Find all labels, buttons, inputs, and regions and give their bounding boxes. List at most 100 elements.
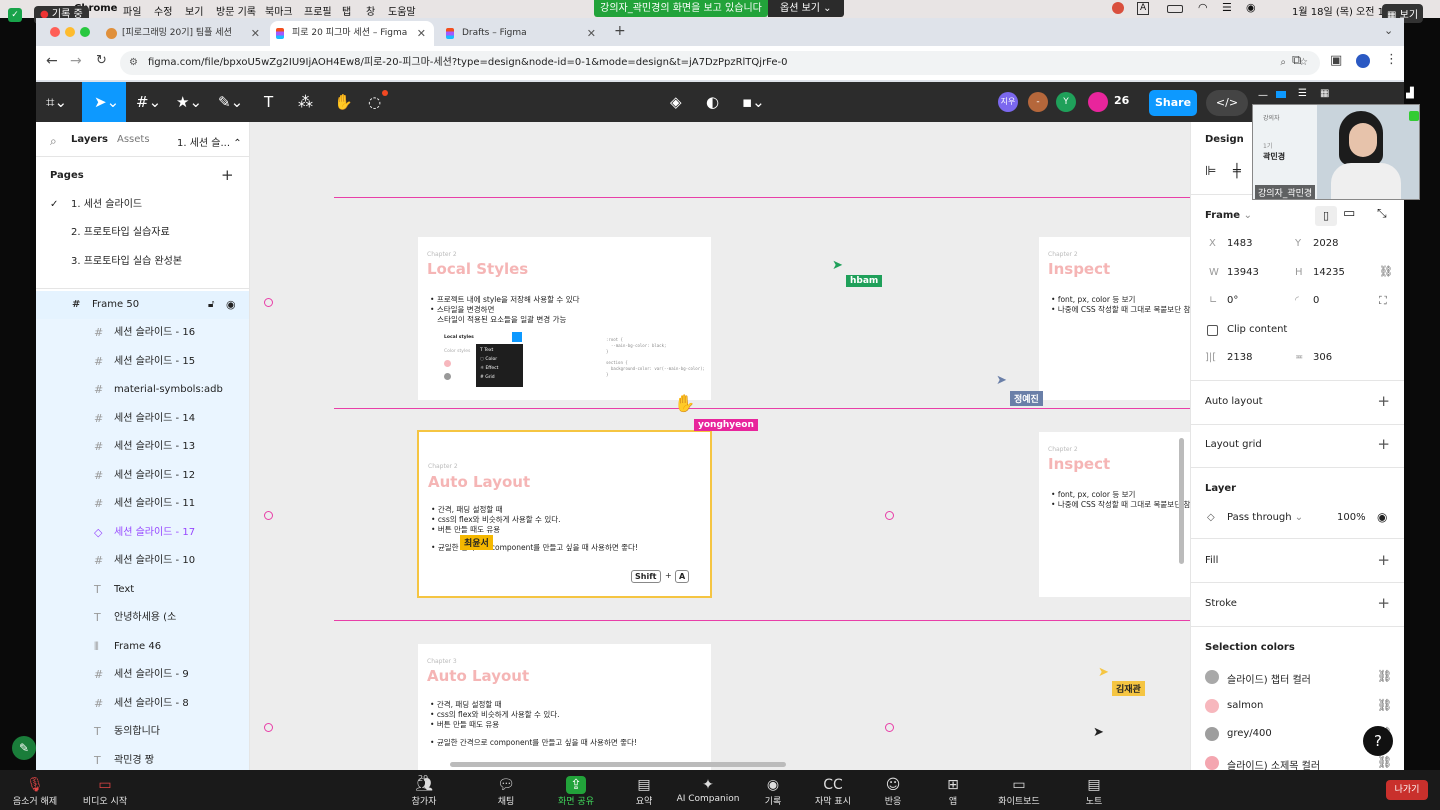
layer-item[interactable]: T 안녕하세용 (소 <box>36 604 249 632</box>
vertical-scrollbar[interactable] <box>1179 438 1184 564</box>
strip-view-icon[interactable]: ☰ <box>1298 88 1307 99</box>
tab-search-icon[interactable]: ⌄ <box>1384 24 1393 37</box>
zoom-summary-button[interactable]: ▤ 요약 <box>609 776 679 807</box>
tab-drafts[interactable]: Drafts – Figma ✕ <box>440 21 604 46</box>
close-icon[interactable]: ✕ <box>251 21 260 46</box>
profile-avatar[interactable] <box>1356 54 1370 68</box>
tab-design[interactable]: Design <box>1205 134 1244 145</box>
add-layout-grid-icon[interactable]: + <box>1377 435 1390 453</box>
clip-content-checkbox[interactable] <box>1207 325 1218 336</box>
wifi-icon[interactable]: ◠ <box>1198 1 1208 14</box>
shield-icon[interactable]: ✓ <box>8 8 22 22</box>
layer-item[interactable]: T 곽민경 짱 <box>36 747 249 771</box>
resources-icon[interactable]: ⁂ <box>298 92 313 112</box>
text-tool-icon[interactable]: T <box>264 92 273 112</box>
layer-item[interactable]: # material-symbols:adb <box>36 376 249 404</box>
shape-tool-icon[interactable]: ★⌄ <box>176 92 202 112</box>
layer-item[interactable]: T 동의합니다 <box>36 718 249 746</box>
color-style-name[interactable]: salmon <box>1227 700 1263 711</box>
gallery-view-icon[interactable]: ▦ <box>1320 88 1329 99</box>
status-icon[interactable] <box>1112 2 1124 14</box>
page-item[interactable]: ✓ 1. 세션 슬라이드 <box>36 191 249 219</box>
address-bar[interactable]: ⚙ figma.com/file/bpxoU5wZg2IU9IjAOH4Ew8/… <box>120 51 1320 75</box>
color-style-name[interactable]: 슬라이드) 소제목 컬러 <box>1227 757 1320 771</box>
boolean-icon[interactable]: ▪⌄ <box>742 92 765 112</box>
horizontal-scrollbar[interactable] <box>450 762 786 767</box>
layer-item[interactable]: ⦀ Frame 46 <box>36 633 249 661</box>
color-swatch[interactable] <box>1205 698 1219 713</box>
rotation-field[interactable]: 0° <box>1227 295 1238 306</box>
constrain-proportions-icon[interactable]: ⛓ <box>1379 265 1393 278</box>
independent-corners-icon[interactable]: ⛶ <box>1379 294 1387 308</box>
zoom-notes-button[interactable]: ▤ 노트 <box>1059 776 1129 807</box>
menu-item-help[interactable]: 도움말 <box>388 3 416 18</box>
share-button[interactable]: Share <box>1149 90 1197 116</box>
add-auto-layout-icon[interactable]: + <box>1377 392 1390 410</box>
close-icon[interactable]: ✕ <box>417 21 426 46</box>
close-window-icon[interactable] <box>50 27 60 37</box>
siri-icon[interactable]: ◉ <box>1246 1 1256 14</box>
height-field[interactable]: 14235 <box>1313 267 1345 278</box>
leave-button[interactable]: 나가기 <box>1386 780 1428 800</box>
y-field[interactable]: 2028 <box>1313 238 1338 249</box>
layer-item[interactable]: # 세션 슬라이드 - 14 <box>36 405 249 433</box>
tab-figma-session[interactable]: 피로 20 피그마 세션 – Figma ✕ <box>270 21 434 46</box>
menu-item-profile[interactable]: 프로필 <box>304 3 332 18</box>
resize-handle[interactable] <box>885 511 894 520</box>
side-panel-icon[interactable]: ▣ <box>1330 53 1342 68</box>
page-item[interactable]: 3. 프로토타입 실습 완성본 <box>36 248 249 276</box>
menu-item-window[interactable]: 창 <box>366 3 375 18</box>
layer-item[interactable]: # 세션 슬라이드 - 13 <box>36 433 249 461</box>
avatar[interactable]: - <box>1028 92 1048 112</box>
color-swatch[interactable] <box>1205 727 1219 741</box>
hand-tool-icon[interactable]: ✋ <box>334 92 353 112</box>
minimize-window-icon[interactable] <box>65 27 75 37</box>
layer-item[interactable]: # 세션 슬라이드 - 11 <box>36 490 249 518</box>
zoom-icon[interactable]: ⌕ <box>1280 51 1286 75</box>
portrait-icon[interactable]: ▯ <box>1315 206 1337 226</box>
speaker-view-icon[interactable] <box>1276 91 1286 98</box>
page-item[interactable]: 2. 프로토타입 실습자료 <box>36 219 249 247</box>
resize-handle[interactable] <box>264 723 273 732</box>
menu-item-tab[interactable]: 탭 <box>342 3 351 18</box>
add-fill-icon[interactable]: + <box>1377 551 1390 569</box>
layer-item[interactable]: # 세션 슬라이드 - 8 <box>36 690 249 718</box>
battery-icon[interactable] <box>1167 5 1183 13</box>
radius-field[interactable]: 0 <box>1313 295 1319 306</box>
slide-local-styles[interactable]: Chapter 2 Local Styles • 프로젝트 내에 style을 … <box>418 237 711 400</box>
resize-handle[interactable] <box>264 511 273 520</box>
layer-item[interactable]: # 세션 슬라이드 - 16 <box>36 319 249 347</box>
frame-tool-icon[interactable]: #⌄ <box>136 92 161 112</box>
layer-frame-50[interactable]: # Frame 50 🔓︎ ◉ <box>36 291 249 319</box>
zoom-video-off-button[interactable]: ▭ 비디오 시작 <box>70 776 140 807</box>
minimize-video-icon[interactable]: — <box>1258 90 1268 101</box>
forward-icon[interactable]: → <box>70 53 82 69</box>
page-selector[interactable]: 1. 세션 슬... ⌃ <box>177 134 242 149</box>
more-icon[interactable]: ⋮ <box>1385 52 1398 67</box>
width-field[interactable]: 13943 <box>1227 267 1259 278</box>
color-style-name[interactable]: 슬라이드) 챕터 컬러 <box>1227 671 1311 686</box>
move-tool-button[interactable]: ➤⌄ <box>82 82 126 122</box>
help-button[interactable]: ? <box>1363 726 1393 756</box>
menu-item-file[interactable]: 파일 <box>123 3 141 18</box>
menu-item-view[interactable]: 보기 <box>185 3 203 18</box>
resize-handle[interactable] <box>885 723 894 732</box>
vertical-gap-field[interactable]: 306 <box>1313 352 1332 363</box>
avatar[interactable]: 지우 <box>998 92 1018 112</box>
add-page-icon[interactable]: + <box>221 166 234 184</box>
control-center-icon[interactable]: ☰ <box>1222 1 1232 14</box>
slide-inspect-2[interactable]: Chapter 2 Inspect • font, px, color 등 보기… <box>1039 432 1190 597</box>
tab-layers[interactable]: Layers <box>71 134 108 145</box>
layer-item[interactable]: # 세션 슬라이드 - 10 <box>36 547 249 575</box>
slide-auto-layout[interactable]: Chapter 3 Auto Layout • 간격, 패딩 설정할 때 • c… <box>418 644 711 770</box>
close-icon[interactable]: ✕ <box>587 21 596 46</box>
eye-icon[interactable]: ◉ <box>226 291 236 319</box>
menu-item-bookmarks[interactable]: 북마크 <box>265 3 293 18</box>
zoom-sparkle-button[interactable]: ✦ AI Companion <box>673 776 743 804</box>
color-swatch[interactable] <box>1205 755 1219 770</box>
mask-icon[interactable]: ◐ <box>706 92 719 112</box>
input-source-icon[interactable]: A <box>1137 2 1150 15</box>
view-options-button[interactable]: 옵션 보기 ⌄ <box>768 0 844 17</box>
layer-item[interactable]: T Text <box>36 576 249 604</box>
detach-style-icon[interactable]: ⛓ <box>1377 755 1392 769</box>
